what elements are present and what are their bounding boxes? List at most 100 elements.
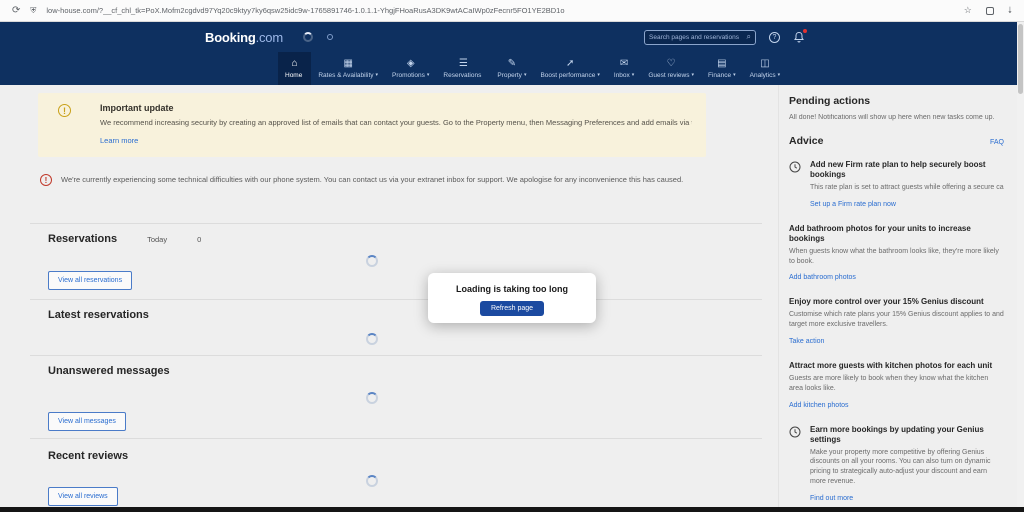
important-update-banner: ! Important update We recommend increasi… (38, 93, 706, 157)
heart-icon: ♡ (667, 59, 676, 69)
tag-icon: ◈ (407, 59, 415, 69)
clock-icon (789, 425, 801, 443)
nav-tab-inbox[interactable]: ✉ Inbox▾ (607, 52, 641, 85)
recent-reviews-section-header: Recent reviews (48, 450, 128, 462)
advice-faq-link[interactable]: FAQ (990, 139, 1004, 146)
help-icon[interactable]: ? (769, 32, 780, 43)
advice-item-title: Enjoy more control over your 15% Genius … (789, 297, 1004, 307)
header-row: Booking.com ⌕ ? (0, 22, 1024, 52)
advice-item-title: Add bathroom photos for your units to in… (789, 224, 1004, 244)
modal-title: Loading is taking too long (428, 284, 596, 294)
advice-item-body: This rate plan is set to attract guests … (810, 183, 1004, 193)
main-content: ! Important update We recommend increasi… (30, 85, 762, 512)
recent-reviews-title: Recent reviews (48, 450, 128, 462)
pending-actions-text: All done! Notifications will show up her… (789, 114, 1004, 121)
unanswered-messages-section-header: Unanswered messages (48, 365, 170, 377)
unanswered-messages-title: Unanswered messages (48, 365, 170, 377)
reservations-loading-spinner (366, 255, 378, 267)
nav-tab-promotions[interactable]: ◈ Promotions▾ (385, 52, 436, 85)
advice-item-bathroom-photos: Add bathroom photos for your units to in… (789, 224, 1004, 285)
nav-tab-guest-reviews[interactable]: ♡ Guest reviews▾ (641, 52, 701, 85)
page-scrollbar[interactable] (1017, 22, 1024, 512)
header-loading-spinner (303, 32, 313, 42)
nav-tab-analytics[interactable]: ◫ Analytics▾ (743, 52, 788, 85)
loading-timeout-modal: Loading is taking too long Refresh page (428, 273, 596, 323)
advice-header: Advice FAQ (789, 135, 1004, 147)
advice-item-genius-discount: Enjoy more control over your 15% Genius … (789, 297, 1004, 348)
latest-reservations-section-header: Latest reservations (48, 309, 149, 321)
section-divider (30, 299, 762, 300)
section-divider (30, 223, 762, 224)
document-icon: ▤ (717, 59, 726, 69)
reservations-title: Reservations (48, 233, 117, 245)
view-all-reservations-button[interactable]: View all reservations (48, 271, 132, 290)
advice-item-title: Earn more bookings by updating your Geni… (810, 425, 1004, 445)
nav-tab-rates-availability[interactable]: ▦ Rates & Availability▾ (311, 52, 385, 85)
learn-more-link[interactable]: Learn more (100, 136, 138, 145)
advice-item-link[interactable]: Add bathroom photos (789, 274, 856, 281)
advice-item-link[interactable]: Take action (789, 338, 824, 345)
browser-chrome: ⟳ ⛨ low-house.com/?__cf_chl_tk=PoX.Mofm2… (0, 0, 1024, 22)
advice-item-genius-settings: Earn more bookings by updating your Geni… (789, 425, 1004, 505)
advice-item-body: Guests are more likely to book when they… (789, 374, 1004, 394)
reload-icon[interactable]: ⟳ (12, 6, 20, 16)
clock-icon (789, 160, 801, 178)
messages-loading-spinner (366, 392, 378, 404)
browser-mode-icon[interactable] (986, 7, 994, 15)
pending-actions-title: Pending actions (789, 95, 1004, 107)
top-navigation-area: Booking.com ⌕ ? ⌂ Home ▦ Rates & Availab… (0, 22, 1024, 85)
main-nav: ⌂ Home ▦ Rates & Availability▾ ◈ Promoti… (0, 52, 1024, 85)
warning-icon: ! (58, 104, 71, 117)
rocket-icon: ➚ (566, 59, 574, 69)
reservations-filter[interactable]: Today (147, 235, 167, 244)
home-icon: ⌂ (292, 59, 298, 69)
phone-system-alert: ! We're currently experiencing some tech… (40, 174, 708, 186)
booking-logo[interactable]: Booking.com (205, 30, 283, 45)
reservations-section-header: Reservations Today 0 (48, 233, 201, 245)
advice-item-title: Add new Firm rate plan to help securely … (810, 160, 1004, 180)
section-divider (30, 355, 762, 356)
advice-item-link[interactable]: Add kitchen photos (789, 402, 849, 409)
scrollbar-thumb[interactable] (1018, 24, 1023, 94)
nav-tab-reservations[interactable]: ☰ Reservations (436, 52, 490, 85)
nav-tab-property[interactable]: ✎ Property▾ (490, 52, 533, 85)
nav-tab-finance[interactable]: ▤ Finance▾ (701, 52, 743, 85)
nav-tab-home[interactable]: ⌂ Home (278, 52, 311, 85)
view-all-messages-button[interactable]: View all messages (48, 412, 126, 431)
advice-item-kitchen-photos: Attract more guests with kitchen photos … (789, 361, 1004, 412)
calendar-icon: ▦ (343, 59, 352, 69)
site-settings-icon[interactable]: ⛨ (30, 7, 36, 15)
header-search[interactable]: ⌕ (644, 30, 756, 45)
search-input[interactable] (649, 34, 747, 41)
banner-body: We recommend increasing security by crea… (100, 118, 692, 127)
view-all-reviews-button[interactable]: View all reviews (48, 487, 118, 506)
advice-item-body: When guests know what the bathroom looks… (789, 247, 1004, 267)
advice-item-link[interactable]: Find out more (810, 495, 853, 502)
chart-icon: ◫ (760, 59, 769, 69)
search-icon: ⌕ (747, 33, 751, 41)
status-dot-icon (327, 34, 333, 40)
banner-title: Important update (100, 103, 692, 113)
notifications-bell-icon[interactable] (793, 31, 805, 43)
nav-tab-boost-performance[interactable]: ➚ Boost performance▾ (533, 52, 606, 85)
error-icon: ! (40, 174, 52, 186)
reservations-count: 0 (197, 235, 201, 244)
advice-title: Advice (789, 135, 823, 147)
section-divider (30, 438, 762, 439)
notification-badge (803, 29, 807, 33)
url-bar[interactable]: low-house.com/?__cf_chl_tk=PoX.Mofm2cgdv… (46, 6, 953, 15)
phone-alert-text: We're currently experiencing some techni… (61, 174, 683, 185)
download-icon[interactable]: ⭣ (1008, 6, 1012, 15)
list-icon: ☰ (459, 59, 468, 69)
advice-item-firm-rate-plan: Add new Firm rate plan to help securely … (789, 160, 1004, 211)
advice-item-link[interactable]: Set up a Firm rate plan now (810, 201, 896, 208)
advice-item-body: Customise which rate plans your 15% Geni… (789, 310, 1004, 330)
latest-reservations-loading-spinner (366, 333, 378, 345)
bookmark-star-icon[interactable]: ☆ (964, 6, 972, 15)
reviews-loading-spinner (366, 475, 378, 487)
refresh-page-button[interactable]: Refresh page (480, 301, 544, 316)
bottom-edge-bar (0, 507, 1024, 512)
advice-item-title: Attract more guests with kitchen photos … (789, 361, 1004, 371)
envelope-icon: ✉ (620, 59, 628, 69)
pencil-icon: ✎ (508, 59, 516, 69)
